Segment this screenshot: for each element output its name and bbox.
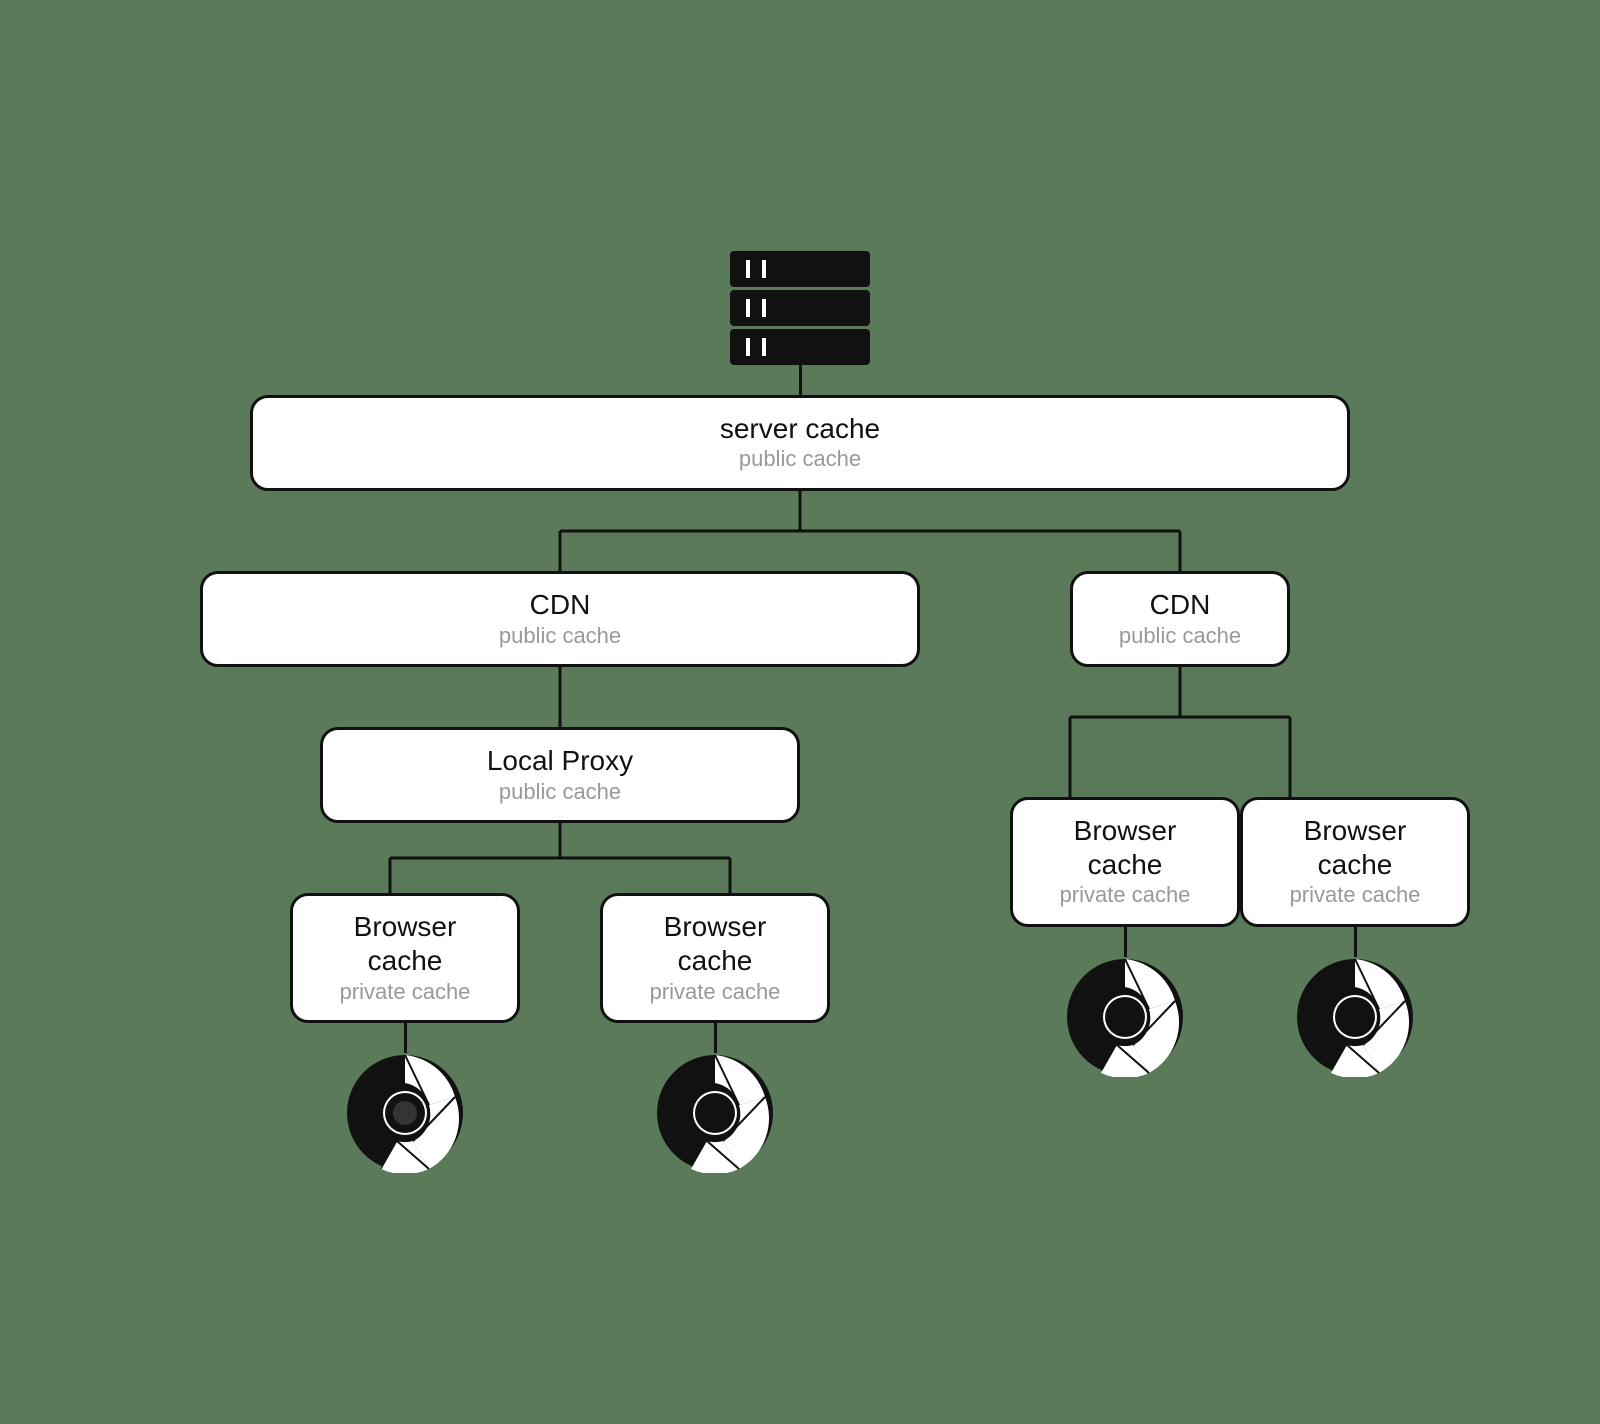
browser-cache-3-title: Browser cache <box>1037 814 1213 881</box>
browser-cache-1-title: Browser cache <box>317 910 493 977</box>
connector-icon-to-server <box>799 365 802 395</box>
server-cache-title: server cache <box>277 412 1323 446</box>
cdn-left-title: CDN <box>227 588 893 622</box>
browser-cache-2-title: Browser cache <box>627 910 803 977</box>
cdn-left-box: CDN public cache <box>200 571 920 667</box>
cdn-left-to-local-proxy-connector <box>250 667 870 727</box>
cdn-left-subtitle: public cache <box>227 622 893 651</box>
browser1-to-chrome-connector <box>404 1023 407 1053</box>
browser-unit-1: Browser cache private cache <box>290 893 520 1173</box>
right-subtree: CDN public cache Browser cache private c… <box>1010 571 1350 1077</box>
local-proxy-subtitle: public cache <box>347 778 773 807</box>
db-layer-top <box>730 251 870 287</box>
cdn-right-subtitle: public cache <box>1097 622 1263 651</box>
local-proxy-box: Local Proxy public cache <box>320 727 800 823</box>
browser-unit-3: Browser cache private cache <box>1010 797 1240 1077</box>
browser-cache-4-subtitle: private cache <box>1267 881 1443 910</box>
cdn-right-title: CDN <box>1097 588 1263 622</box>
browser-cache-3-subtitle: private cache <box>1037 881 1213 910</box>
cdn-right-to-browsers-connector <box>1010 667 1350 797</box>
browser-cache-box-3: Browser cache private cache <box>1010 797 1240 927</box>
server-cache-box: server cache public cache <box>250 395 1350 491</box>
server-to-cdn-connector <box>250 491 1350 571</box>
db-layer-bot <box>730 329 870 365</box>
server-icon <box>730 251 870 365</box>
cdn-right-box: CDN public cache <box>1070 571 1290 667</box>
db-stack <box>730 251 870 365</box>
browser-cache-2-subtitle: private cache <box>627 978 803 1007</box>
browser-cache-box-2: Browser cache private cache <box>600 893 830 1023</box>
browser2-to-chrome-connector <box>714 1023 717 1053</box>
browser-unit-2: Browser cache private cache <box>600 893 830 1173</box>
browser-cache-box-1: Browser cache private cache <box>290 893 520 1023</box>
browser-row-right: Browser cache private cache <box>1010 797 1350 1077</box>
db-layer-mid <box>730 290 870 326</box>
chrome-icon-3 <box>1065 957 1185 1077</box>
chrome-icon-4 <box>1295 957 1415 1077</box>
browser-cache-4-title: Browser cache <box>1267 814 1443 881</box>
chrome-icon-2 <box>655 1053 775 1173</box>
browser-unit-4: Browser cache private cache <box>1240 797 1470 1077</box>
local-proxy-to-browsers-connector <box>250 823 870 893</box>
browser4-to-chrome-connector <box>1354 927 1357 957</box>
left-subtree: CDN public cache Local Proxy public cach… <box>250 571 870 1173</box>
server-cache-subtitle: public cache <box>277 445 1323 474</box>
chrome-icon-1 <box>345 1053 465 1173</box>
browser-cache-box-4: Browser cache private cache <box>1240 797 1470 927</box>
browser-row-left: Browser cache private cache <box>250 893 870 1173</box>
local-proxy-title: Local Proxy <box>347 744 773 778</box>
browser3-to-chrome-connector <box>1124 927 1127 957</box>
cdn-row: CDN public cache Local Proxy public cach… <box>250 571 1350 1173</box>
browser-cache-1-subtitle: private cache <box>317 978 493 1007</box>
diagram: server cache public cache CDN public cac… <box>200 211 1400 1213</box>
